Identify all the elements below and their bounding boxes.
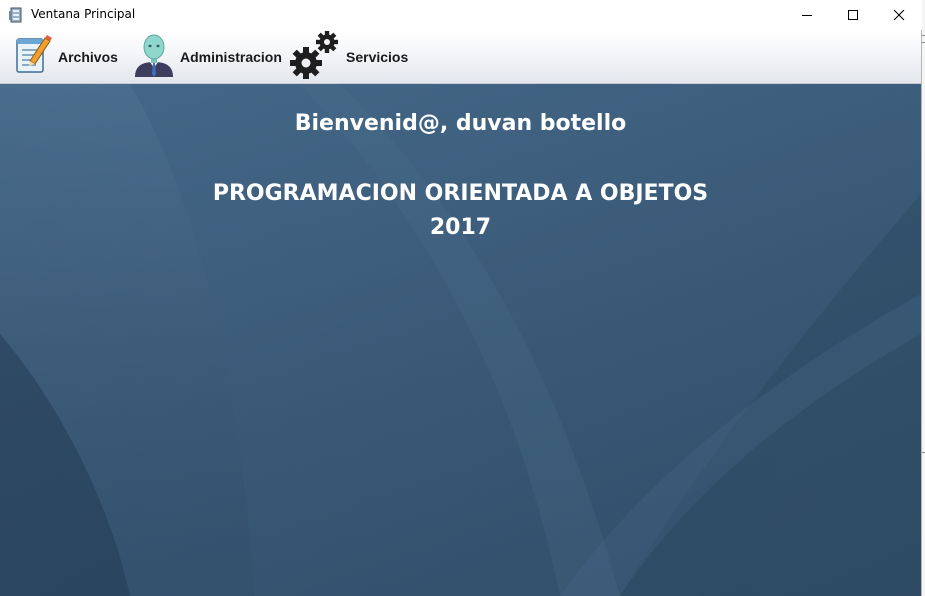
background-wallpaper	[0, 84, 921, 596]
document-edit-icon	[14, 33, 54, 82]
user-avatar-icon	[132, 32, 176, 83]
course-title: PROGRAMACION ORIENTADA A OBJETOS	[212, 181, 709, 206]
menu-archivos-label: Archivos	[58, 49, 118, 65]
maximize-button[interactable]	[830, 0, 876, 30]
main-window: Ventana Principal Archivos Administracio…	[0, 0, 922, 596]
menu-bar: Archivos Administracion Servicios	[0, 30, 921, 84]
menu-servicios-label: Servicios	[346, 49, 409, 65]
menu-archivos[interactable]: Archivos	[14, 30, 118, 84]
title-bar[interactable]: Ventana Principal	[0, 0, 922, 30]
minimize-button[interactable]	[784, 0, 830, 30]
welcome-message: Bienvenid@, duvan botello	[294, 111, 627, 136]
maximize-icon	[847, 9, 859, 21]
main-content: Bienvenid@, duvan botello PROGRAMACION O…	[0, 84, 921, 596]
close-button[interactable]	[876, 0, 922, 30]
minimize-icon	[801, 9, 813, 21]
close-icon	[893, 9, 905, 21]
menu-administracion-label: Administracion	[180, 49, 282, 65]
window-title: Ventana Principal	[31, 7, 136, 21]
course-year: 2017	[429, 215, 492, 240]
menu-servicios[interactable]: Servicios	[290, 30, 408, 84]
app-window-icon	[8, 7, 24, 23]
gears-icon	[290, 30, 342, 85]
menu-administracion[interactable]: Administracion	[132, 30, 282, 84]
